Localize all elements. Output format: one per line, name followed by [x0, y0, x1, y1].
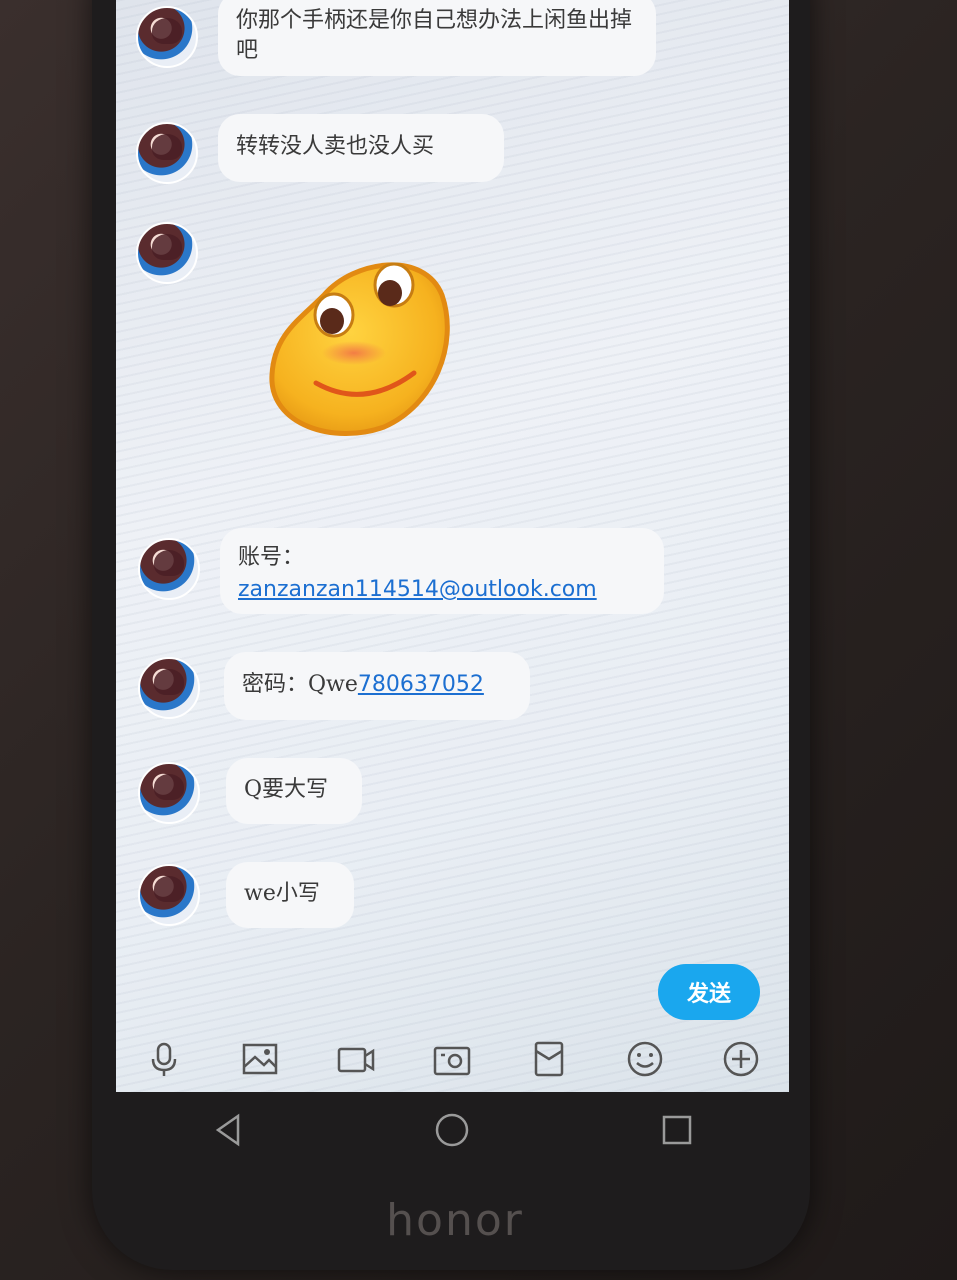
- message-text: 你那个手柄还是你自己想办法上闲鱼出掉吧: [236, 8, 633, 63]
- device-brand-logo: honor: [386, 1195, 524, 1246]
- message-bubble[interactable]: Q要大写: [226, 758, 362, 824]
- smiling-bean-emoji-sticker[interactable]: [264, 255, 454, 440]
- message-text: 转转没人卖也没人买: [236, 134, 435, 159]
- message-text: 密码：Qwe: [242, 672, 358, 697]
- smiling-bean-emoji-icon: [269, 262, 450, 436]
- emoji-icon[interactable]: [623, 1037, 667, 1081]
- back-icon[interactable]: [208, 1110, 248, 1154]
- microphone-icon[interactable]: [142, 1037, 186, 1081]
- avatar[interactable]: [136, 122, 198, 184]
- message-bubble[interactable]: 转转没人卖也没人买: [218, 114, 504, 182]
- recents-icon[interactable]: [657, 1110, 697, 1154]
- home-icon[interactable]: [432, 1110, 472, 1154]
- send-button[interactable]: 发送: [658, 964, 760, 1020]
- message-text: we小写: [244, 881, 320, 906]
- message-text: 账号：: [238, 545, 305, 570]
- message-text: Q要大写: [244, 777, 329, 802]
- input-toolbar: [116, 1025, 789, 1092]
- message-bubble[interactable]: we小写: [226, 862, 354, 928]
- avatar[interactable]: [136, 6, 198, 68]
- avatar[interactable]: [138, 864, 200, 926]
- phone-number-link[interactable]: 780637052: [358, 672, 484, 697]
- message-bubble[interactable]: 账号： zanzanzan114514@outlook.com: [220, 528, 664, 614]
- avatar[interactable]: [138, 657, 200, 719]
- avatar[interactable]: [138, 762, 200, 824]
- avatar[interactable]: [136, 222, 198, 284]
- message-bubble[interactable]: 密码：Qwe780637052: [224, 652, 530, 720]
- image-icon[interactable]: [238, 1037, 282, 1081]
- camera-icon[interactable]: [430, 1037, 474, 1081]
- video-icon[interactable]: [334, 1037, 378, 1081]
- avatar[interactable]: [138, 538, 200, 600]
- plus-icon[interactable]: [719, 1037, 763, 1081]
- email-link[interactable]: zanzanzan114514@outlook.com: [238, 577, 597, 602]
- system-navigation-bar: [116, 1092, 789, 1172]
- message-bubble[interactable]: 你那个手柄还是你自己想办法上闲鱼出掉吧: [218, 0, 656, 76]
- red-packet-icon[interactable]: [527, 1037, 571, 1081]
- chat-screen: 你那个手柄还是你自己想办法上闲鱼出掉吧 转转没人卖也没人买 账号： zanzan…: [116, 0, 789, 1092]
